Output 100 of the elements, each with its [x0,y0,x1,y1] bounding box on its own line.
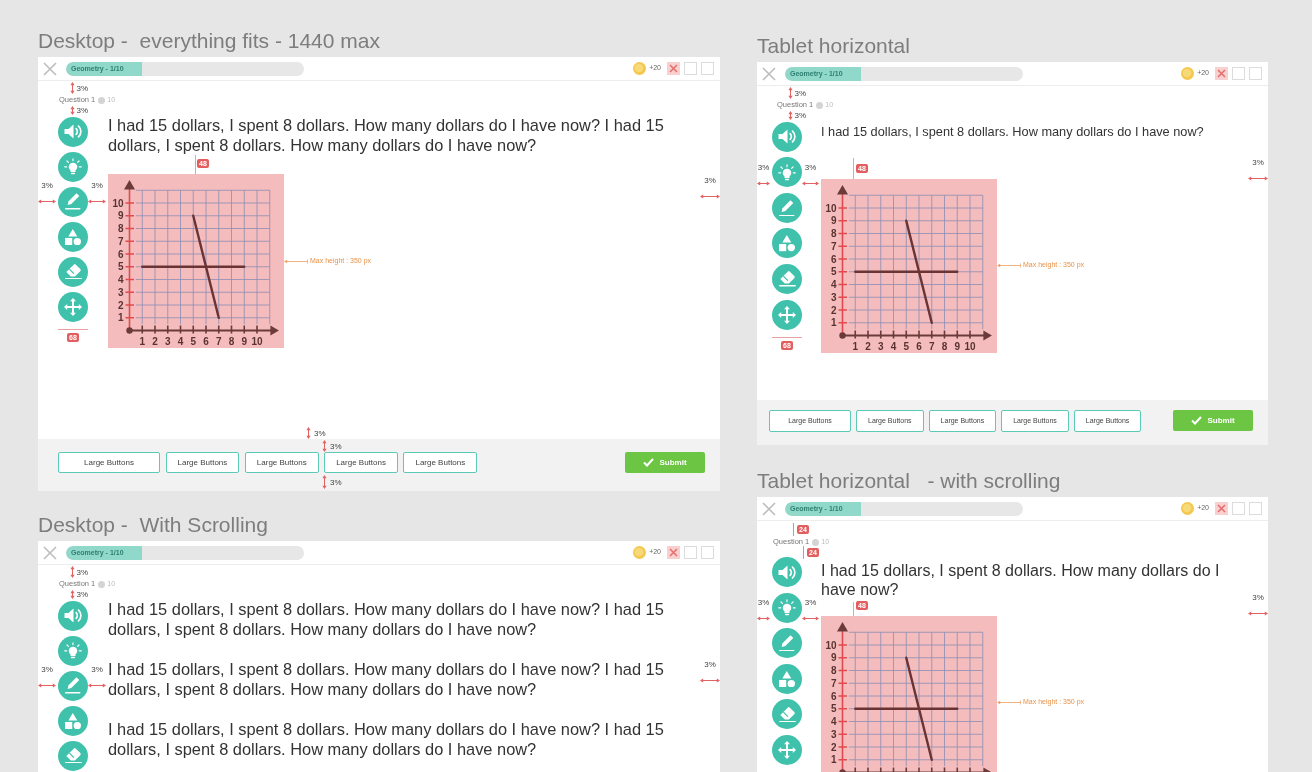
hint-button[interactable] [58,151,88,182]
left-arrow-icon [997,263,1021,269]
x-tick-label: 7 [928,340,935,352]
y-tick-label: 5 [830,703,837,715]
close-icon[interactable] [762,66,776,81]
spacing-label: 3% [41,665,53,675]
empty-square-icon [1249,502,1262,515]
x-tick-label: 3 [877,340,884,352]
pencil-button[interactable] [58,670,88,701]
x-tick-label: 8 [228,335,235,347]
question-text: I had 15 dollars, I spent 8 dollars. How many dollars do I have now? I had 15 dollars, I spent 8 dollars. How many dollars do I have now? [108,599,665,639]
hint-button[interactable] [58,635,88,666]
spacing-label: 3% [794,111,807,121]
question-text: I had 15 dollars, I spent 8 dollars. How many dollars do I have now? I had 15 dollars, I spent 8 dollars. How many dollars do I have now? [108,719,665,759]
shapes-icon [65,712,81,729]
empty-square-icon [684,546,697,559]
coin-icon [1181,502,1195,515]
axis-arrowhead-icon [837,184,848,195]
eraser-button[interactable] [58,256,88,287]
empty-square-icon [701,546,714,559]
eraser-button[interactable] [58,740,88,771]
empty-square-icon [1232,67,1245,80]
lightbulb-icon [778,164,796,181]
y-tick-label: 8 [830,227,837,239]
answer-button[interactable]: Large Buttons [244,452,319,473]
spacing-label: 3% [1252,592,1264,602]
spacing-label: 3% [794,88,807,98]
vertical-double-arrow-icon [69,589,75,599]
horizontal-double-arrow-icon [757,180,770,186]
spacing-label: 3% [804,162,817,172]
axis-arrowhead-icon [983,767,992,772]
audio-button[interactable] [772,557,802,587]
y-tick-label: 1 [117,312,124,324]
question-text: I had 15 dollars, I spent 8 dollars. How many dollars do I have now? I had 15 dollars, I spent 8 dollars. How many dollars do I have now? [108,659,665,699]
shapes-button[interactable] [58,221,88,252]
shapes-button[interactable] [58,705,88,736]
horizontal-double-arrow-icon [1248,610,1268,616]
answer-button[interactable]: Large Buttons [403,452,478,473]
pencil-button[interactable] [772,192,802,223]
audio-button[interactable] [58,116,88,147]
lightbulb-icon [778,599,796,616]
move-button[interactable] [772,734,802,765]
audio-button[interactable] [58,600,88,631]
horizontal-double-arrow-icon [802,180,819,186]
x-tick-label: 5 [190,335,197,347]
empty-square-icon [684,62,697,75]
question-text: I had 15 dollars, I spent 8 dollars. How many dollars do I have now? [821,124,1204,141]
vertical-double-arrow-icon [69,105,75,115]
y-tick-label: 9 [117,210,124,222]
pencil-button[interactable] [58,186,88,217]
horizontal-double-arrow-icon [88,683,106,689]
points-coin-icon [816,101,824,109]
check-icon [1191,416,1203,425]
y-tick-label: 4 [117,274,124,286]
move-button[interactable] [58,291,88,322]
eraser-icon [778,706,796,723]
pencil-button[interactable] [772,628,802,659]
x-tick-label: 9 [241,335,248,347]
y-tick-label: 8 [117,223,124,235]
answer-button[interactable]: Large Buttons [324,452,398,473]
shapes-icon [65,228,81,245]
coin-icon [1181,67,1195,80]
origin-dot-icon [839,332,846,339]
close-icon[interactable] [43,545,57,560]
hint-button[interactable] [772,592,802,623]
y-tick-label: 5 [830,266,837,278]
answer-button[interactable]: Large Buttons [58,452,160,473]
move-button[interactable] [772,299,802,330]
vertical-double-arrow-icon [306,427,311,439]
vertical-double-arrow-icon [69,82,75,94]
pencil-icon [65,677,81,694]
move-arrows-icon [778,740,796,759]
vertical-double-arrow-icon [69,566,75,578]
pencil-icon [779,634,795,652]
shapes-button[interactable] [772,663,802,694]
eraser-button[interactable] [772,264,802,295]
axis-arrowhead-icon [837,621,848,632]
check-icon [643,458,655,467]
pencil-icon [779,199,795,217]
eraser-icon [64,263,82,280]
y-tick-label: 3 [830,728,837,740]
y-tick-label: 1 [830,754,837,766]
y-tick-label: 6 [117,249,124,260]
eraser-button[interactable] [772,699,802,730]
y-tick-label: 2 [117,300,124,311]
spacing-label: 3% [76,105,89,115]
spacing-label: 3% [330,477,342,487]
audio-button[interactable] [772,121,802,152]
y-tick-label: 10 [112,198,124,209]
move-arrows-icon [778,305,796,324]
hint-button[interactable] [772,157,802,188]
answer-button[interactable]: Large Buttons [165,452,240,473]
close-icon[interactable] [762,501,776,516]
shapes-button[interactable] [772,228,802,259]
close-icon[interactable] [43,61,57,76]
x-tick-label: 6 [203,335,209,347]
y-tick-label: 3 [117,287,124,299]
y-tick-label: 9 [830,652,837,664]
horizontal-double-arrow-icon [700,677,720,683]
frame-title: Tablet horizontal [757,34,910,58]
